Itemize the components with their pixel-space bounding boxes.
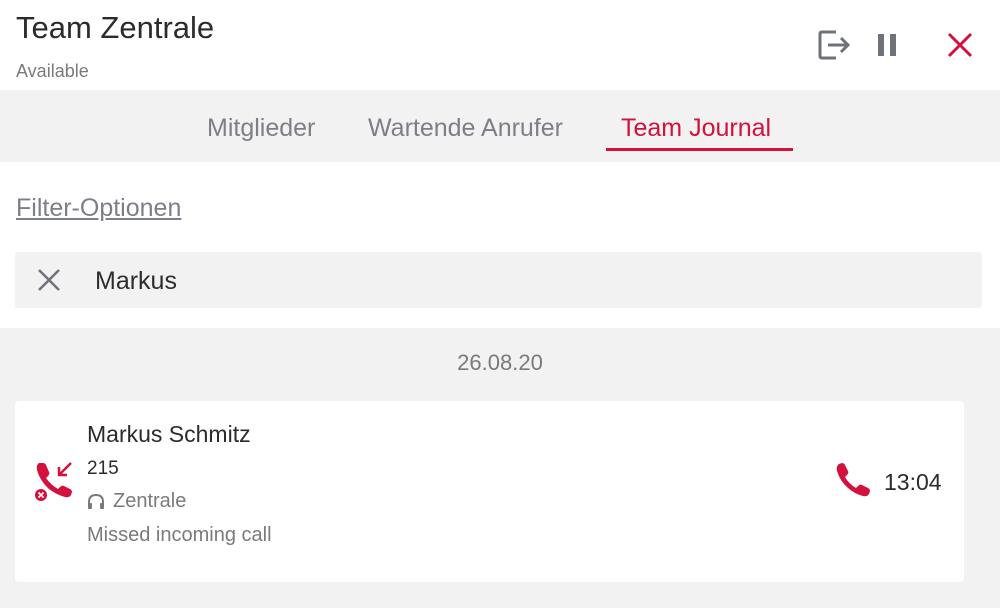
team-name: Zentrale xyxy=(113,490,187,512)
active-tab-indicator xyxy=(606,148,793,151)
tab-wartende-anrufer[interactable]: Wartende Anrufer xyxy=(368,114,563,143)
pause-button[interactable] xyxy=(868,26,906,64)
filter-options-link[interactable]: Filter-Optionen xyxy=(16,194,181,223)
phone-icon xyxy=(836,463,870,497)
search-input[interactable] xyxy=(93,260,957,302)
close-icon xyxy=(947,32,973,58)
call-back-button[interactable] xyxy=(832,459,874,501)
tab-mitglieder[interactable]: Mitglieder xyxy=(207,114,315,143)
call-time: 13:04 xyxy=(884,469,942,495)
app-header: Team Zentrale Available xyxy=(0,0,1000,90)
pause-icon xyxy=(878,34,896,56)
search-box xyxy=(15,252,982,308)
clear-search-button[interactable] xyxy=(35,266,63,294)
close-button[interactable] xyxy=(941,26,979,64)
tab-bar: Mitglieder Wartende Anrufer Team Journal xyxy=(0,90,1000,162)
journal-list: 26.08.20 Markus Schmitz 215 Zentrale Mis… xyxy=(0,328,1000,608)
team-row: Zentrale xyxy=(87,490,186,513)
call-status: Missed incoming call xyxy=(87,524,272,546)
missed-call-icon xyxy=(35,462,72,501)
availability-status: Available xyxy=(16,61,89,81)
logout-button[interactable] xyxy=(815,26,853,64)
headset-icon xyxy=(88,493,104,509)
page-title: Team Zentrale xyxy=(16,10,215,45)
logout-icon xyxy=(818,30,851,60)
caller-number: 215 xyxy=(87,458,119,479)
clear-icon xyxy=(38,269,60,291)
tab-team-journal[interactable]: Team Journal xyxy=(621,114,771,143)
caller-name: Markus Schmitz xyxy=(87,421,251,447)
journal-entry[interactable]: Markus Schmitz 215 Zentrale Missed incom… xyxy=(15,401,964,582)
date-group-header: 26.08.20 xyxy=(457,350,543,375)
